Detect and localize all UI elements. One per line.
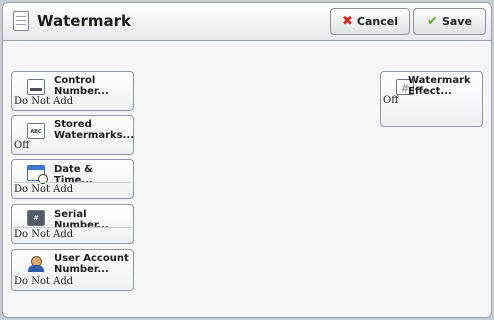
watermark-screen: Watermark ✖ Cancel ✔ Save Control Number… (2, 2, 492, 318)
watermark-effect-value: Off (383, 95, 399, 106)
date-time-icon (27, 165, 48, 184)
cancel-button[interactable]: ✖ Cancel (330, 8, 410, 35)
serial-number-button[interactable]: # Serial Number... Do Not Add (11, 204, 134, 244)
stored-watermarks-icon: ABC (27, 123, 45, 139)
document-icon (13, 11, 29, 31)
watermark-effect-label: Watermark Effect... (408, 75, 471, 97)
stored-watermarks-value: Off (14, 140, 30, 151)
user-account-icon (27, 256, 45, 272)
watermark-effect-button[interactable]: # Watermark Effect... Off (380, 71, 483, 127)
save-label: Save (441, 15, 472, 28)
x-icon: ✖ (342, 14, 353, 29)
user-account-value: Do Not Add (14, 276, 74, 287)
control-number-value: Do Not Add (14, 96, 74, 107)
cancel-label: Cancel (356, 15, 398, 28)
page-title: Watermark (37, 12, 131, 30)
user-account-label: User Account Number... (54, 253, 129, 275)
date-time-button[interactable]: Date & Time... Do Not Add (11, 159, 134, 199)
checkmark-icon: ✔ (427, 14, 438, 29)
divider (14, 182, 131, 183)
header-bar: Watermark ✖ Cancel ✔ Save (3, 3, 491, 41)
date-time-value: Do Not Add (14, 184, 74, 195)
stored-watermarks-button[interactable]: ABC Stored Watermarks... Off (11, 115, 134, 155)
divider (14, 227, 131, 228)
user-account-number-button[interactable]: User Account Number... Do Not Add (11, 249, 134, 291)
save-button[interactable]: ✔ Save (413, 8, 486, 35)
stored-watermarks-label: Stored Watermarks... (54, 119, 135, 141)
serial-number-value: Do Not Add (14, 229, 74, 240)
serial-number-icon: # (27, 210, 45, 226)
control-number-icon (27, 79, 45, 95)
control-number-label: Control Number... (54, 75, 109, 97)
control-number-button[interactable]: Control Number... Do Not Add (11, 71, 134, 111)
